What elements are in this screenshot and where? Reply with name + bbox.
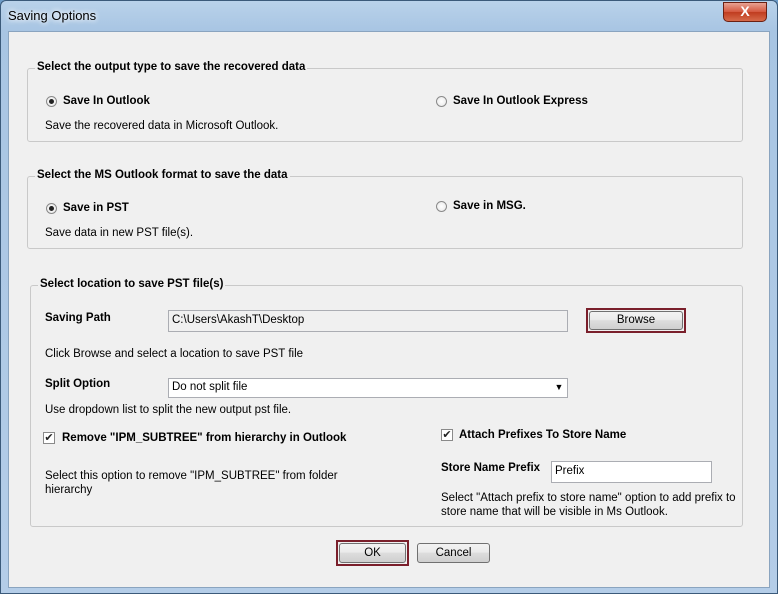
saving-path-value: C:\Users\AkashT\Desktop <box>172 314 305 326</box>
remove-ipm-subtree-label[interactable]: Remove "IPM_SUBTREE" from hierarchy in O… <box>62 432 346 444</box>
store-name-prefix-hint-line2: store name that will be visible in Ms Ou… <box>441 506 668 518</box>
save-in-pst-radio[interactable] <box>46 203 57 214</box>
save-in-outlook-express-radio[interactable] <box>436 96 447 107</box>
ok-button-label: OK <box>364 547 381 559</box>
remove-ipm-subtree-checkbox[interactable]: ✔ <box>43 432 55 444</box>
saving-path-label: Saving Path <box>45 312 111 324</box>
save-in-msg-radio[interactable] <box>436 201 447 212</box>
save-in-outlook-label[interactable]: Save In Outlook <box>63 95 150 107</box>
store-name-prefix-value: Prefix <box>555 465 585 477</box>
close-button[interactable]: X <box>723 2 767 22</box>
store-name-prefix-hint-line1: Select "Attach prefix to store name" opt… <box>441 492 736 504</box>
browse-hint: Click Browse and select a location to sa… <box>45 348 304 360</box>
split-option-hint: Use dropdown list to split the new outpu… <box>45 404 292 416</box>
remove-ipm-subtree-hint-line2: hierarchy <box>45 484 93 496</box>
browse-button[interactable]: Browse <box>589 311 683 330</box>
close-icon: X <box>740 3 750 19</box>
window-title: Saving Options <box>8 8 97 23</box>
saving-path-field[interactable]: C:\Users\AkashT\Desktop <box>168 310 568 332</box>
chevron-down-icon[interactable]: ▼ <box>551 379 567 395</box>
save-in-outlook-radio[interactable] <box>46 96 57 107</box>
attach-prefixes-checkbox[interactable]: ✔ <box>441 429 453 441</box>
split-option-label: Split Option <box>45 378 111 390</box>
dialog-body: Select the output type to save the recov… <box>8 31 770 588</box>
outlook-format-legend: Select the MS Outlook format to save the… <box>35 169 290 181</box>
split-option-dropdown[interactable]: Do not split file ▼ <box>168 378 568 398</box>
output-type-description: Save the recovered data in Microsoft Out… <box>45 120 279 132</box>
outlook-format-group: Select the MS Outlook format to save the… <box>27 169 743 249</box>
saving-options-window: Saving Options X Select the output type … <box>0 0 778 594</box>
save-location-legend: Select location to save PST file(s) <box>38 278 226 290</box>
title-bar[interactable]: Saving Options X <box>1 1 777 31</box>
save-location-group: Select location to save PST file(s) Savi… <box>30 278 743 527</box>
attach-prefixes-label[interactable]: Attach Prefixes To Store Name <box>459 429 626 441</box>
split-option-value: Do not split file <box>172 381 248 393</box>
store-name-prefix-input[interactable]: Prefix <box>551 461 712 483</box>
cancel-button-label: Cancel <box>435 547 472 559</box>
output-type-group: Select the output type to save the recov… <box>27 61 743 142</box>
check-icon: ✔ <box>44 432 54 444</box>
output-type-legend: Select the output type to save the recov… <box>35 61 308 73</box>
outlook-format-description: Save data in new PST file(s). <box>45 227 194 239</box>
save-in-pst-label[interactable]: Save in PST <box>63 202 129 214</box>
save-in-msg-label[interactable]: Save in MSG. <box>453 200 526 212</box>
cancel-button[interactable]: Cancel <box>417 543 490 563</box>
browse-button-label: Browse <box>616 314 656 326</box>
ok-button[interactable]: OK <box>339 543 406 563</box>
remove-ipm-subtree-hint-line1: Select this option to remove "IPM_SUBTRE… <box>45 470 338 482</box>
save-in-outlook-express-label[interactable]: Save In Outlook Express <box>453 95 588 107</box>
store-name-prefix-label: Store Name Prefix <box>441 462 541 474</box>
check-icon: ✔ <box>442 429 452 441</box>
